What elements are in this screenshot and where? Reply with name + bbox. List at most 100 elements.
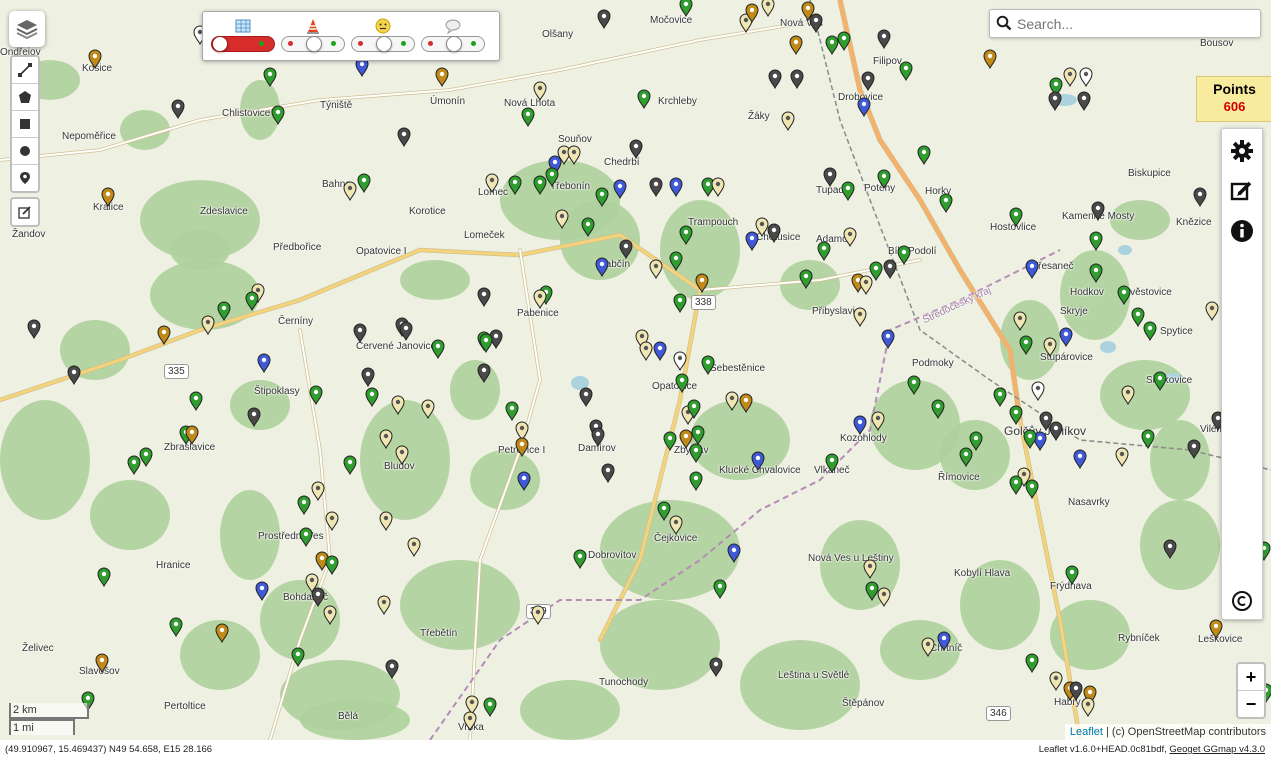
cache-marker-icon [479,333,493,354]
cache-marker-icon [379,429,393,450]
cache-marker-icon [1025,653,1039,674]
copyright-button[interactable] [1228,587,1256,615]
draw-rectangle-button[interactable] [12,111,38,138]
slider-dot-on [259,41,264,46]
cache-marker-icon [907,375,921,396]
cache-marker-icon [88,49,102,70]
cache-marker-icon [629,139,643,160]
cache-marker-icon [505,401,519,422]
cache-marker-icon [311,587,325,608]
slider-knob[interactable] [376,36,392,52]
filter-map-type[interactable] [211,18,275,56]
cache-marker-icon [613,179,627,200]
filter-terrain[interactable] [281,18,345,56]
ggmap-link[interactable]: Geoget GGmap v4.3.0 [1169,744,1265,755]
cache-marker-icon [245,291,259,312]
cache-marker-icon [725,391,739,412]
cache-marker-icon [127,455,141,476]
cache-marker-icon [841,181,855,202]
cache-marker-icon [1031,381,1045,402]
cache-marker-icon [857,97,871,118]
cache-marker-icon [1063,67,1077,88]
cache-marker-icon [1079,67,1093,88]
cache-marker-icon [463,711,477,732]
cache-marker-icon [859,275,873,296]
cache-marker-icon [189,391,203,412]
filter-difficulty[interactable] [351,18,415,56]
points-counter: Points 606 [1196,76,1271,122]
cache-marker-icon [639,341,653,362]
cache-marker-icon [517,471,531,492]
cache-marker-icon [139,447,153,468]
cache-marker-icon [679,225,693,246]
difficulty-slider[interactable] [351,36,415,52]
cache-marker-icon [825,453,839,474]
draw-toolbar [10,55,40,193]
cache-marker-icon [809,13,823,34]
cache-marker-icon [485,173,499,194]
layers-icon [16,20,38,40]
cache-marker-icon [983,49,997,70]
edit-button[interactable] [1228,177,1256,205]
scale-metric: 2 km [9,703,89,719]
rectangle-icon [20,119,30,129]
slider-knob[interactable] [306,36,322,52]
cache-marker-icon [1009,405,1023,426]
cache-marker-icon [883,259,897,280]
layers-button[interactable] [9,11,45,47]
draw-circle-button[interactable] [12,138,38,165]
logs-slider[interactable] [421,36,485,52]
draw-polygon-button[interactable] [12,84,38,111]
cache-marker-icon [691,425,705,446]
cache-marker-icon [353,323,367,344]
cache-marker-icon [745,231,759,252]
cache-marker-icon [1009,475,1023,496]
edit-layers-button[interactable] [10,197,40,227]
search-input[interactable] [1015,13,1254,35]
cache-marker-icon [1091,201,1105,222]
cache-marker-icon [1043,337,1057,358]
cache-marker-icon [861,71,875,92]
smiley-icon [375,18,391,34]
draw-marker-button[interactable] [12,165,38,191]
cache-marker-icon [1059,327,1073,348]
filter-logs[interactable] [421,18,485,56]
map-table-icon [235,19,251,33]
cache-marker-icon [435,67,449,88]
cache-marker-icon [325,511,339,532]
cache-marker-icon [95,653,109,674]
slider-knob[interactable] [446,36,462,52]
info-button[interactable] [1228,217,1256,245]
cache-marker-icon [1077,91,1091,112]
map-type-slider[interactable] [211,36,275,52]
cache-marker-icon [515,421,529,442]
slider-knob[interactable] [212,36,228,52]
cache-marker-icon [601,463,615,484]
scale-imperial: 1 mi [9,719,75,735]
cache-marker-icon [767,223,781,244]
zoom-out-button[interactable]: − [1238,691,1264,717]
cache-marker-icon [581,217,595,238]
draw-polyline-button[interactable] [12,57,38,84]
cache-marker-icon [1009,207,1023,228]
cache-marker-icon [515,437,529,458]
cache-marker-icon [969,431,983,452]
cache-marker-icon [817,241,831,262]
cache-marker-icon [1143,321,1157,342]
cache-marker-icon [939,193,953,214]
map-canvas[interactable]: Ondřejov Kosice Chlistovice Týniště Úmonín No… [0,0,1271,740]
cache-marker-icon [877,587,891,608]
settings-button[interactable] [1228,137,1256,165]
attribution-text: | (c) OpenStreetMap contributors [1102,726,1266,738]
cache-marker-icon [477,363,491,384]
cache-marker-icon [843,227,857,248]
cache-marker-icon [255,581,269,602]
cache-marker-icon [1193,187,1207,208]
cache-marker-icon [768,69,782,90]
zoom-in-button[interactable]: + [1238,664,1264,691]
cache-marker-icon [637,89,651,110]
version-info: Leaflet v1.6.0+HEAD.0c81bdf, Geoget GGma… [1039,744,1265,755]
cache-marker-icon [169,617,183,638]
leaflet-link[interactable]: Leaflet [1070,726,1103,738]
terrain-slider[interactable] [281,36,345,52]
